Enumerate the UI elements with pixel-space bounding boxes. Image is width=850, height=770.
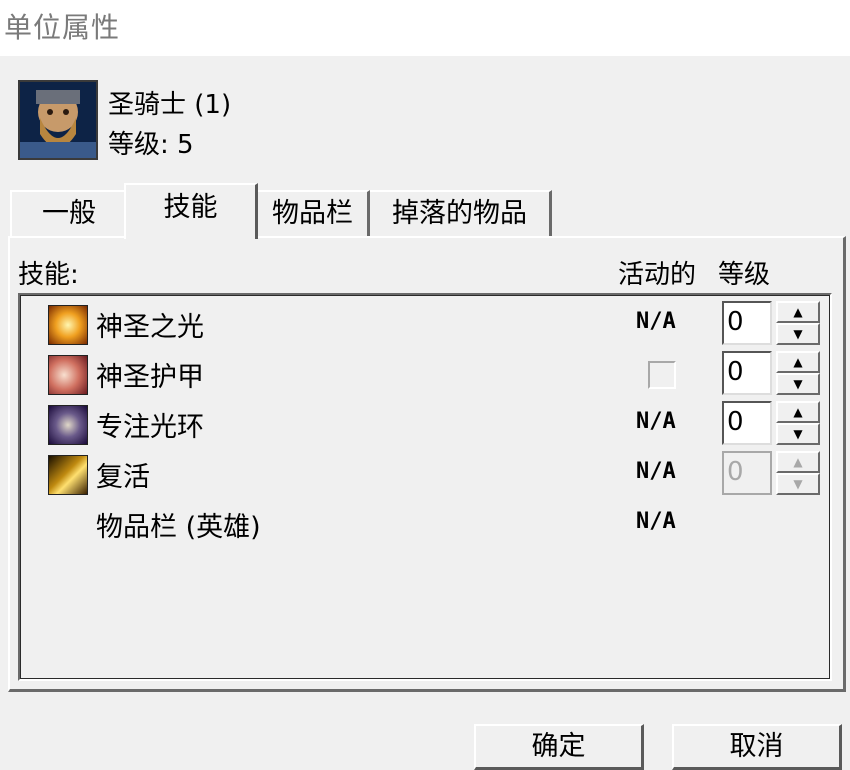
holy-light-icon: [48, 305, 88, 345]
ok-button[interactable]: 确定: [474, 724, 644, 770]
unit-name: 圣骑士 (1): [108, 90, 232, 120]
spin-down-button[interactable]: ▼: [776, 423, 820, 445]
skill-name: 复活: [96, 462, 150, 493]
skill-active-value: N/A: [636, 509, 676, 534]
skill-active-value: N/A: [636, 409, 676, 434]
column-header-active: 活动的: [618, 260, 697, 290]
skill-level-input[interactable]: 0: [722, 351, 772, 395]
skill-level-input[interactable]: 0: [722, 301, 772, 345]
window-title: 单位属性: [4, 11, 121, 44]
title-bar: 单位属性: [0, 0, 850, 56]
paladin-portrait-icon: [20, 82, 96, 158]
devotion-aura-icon: [48, 405, 88, 445]
list-item[interactable]: 神圣之光 N/A 0 ▲ ▼: [20, 299, 830, 347]
tab-general[interactable]: 一般: [10, 190, 128, 236]
spin-up-button: ▲: [776, 451, 820, 473]
level-spinner: ▲ ▼: [776, 451, 820, 495]
tab-inventory[interactable]: 物品栏: [258, 190, 370, 236]
cancel-button[interactable]: 取消: [672, 724, 842, 770]
spin-down-button[interactable]: ▼: [776, 323, 820, 345]
unit-level: 等级: 5: [108, 130, 194, 160]
tab-dropped-items[interactable]: 掉落的物品: [370, 190, 552, 236]
list-item[interactable]: 专注光环 N/A 0 ▲ ▼: [20, 399, 830, 447]
list-item[interactable]: 物品栏 (英雄) N/A: [20, 499, 830, 547]
skill-active-value: N/A: [636, 459, 676, 484]
spin-up-button[interactable]: ▲: [776, 301, 820, 323]
spin-up-button[interactable]: ▲: [776, 401, 820, 423]
unit-portrait: [18, 80, 98, 160]
list-item[interactable]: 复活 N/A 0 ▲ ▼: [20, 449, 830, 497]
skills-label: 技能:: [18, 260, 79, 290]
resurrection-icon: [48, 455, 88, 495]
skill-active-checkbox[interactable]: [648, 361, 676, 389]
tab-skills[interactable]: 技能: [124, 183, 258, 239]
list-item[interactable]: 神圣护甲 0 ▲ ▼: [20, 349, 830, 397]
skill-level-input: 0: [722, 451, 772, 495]
level-spinner[interactable]: ▲ ▼: [776, 301, 820, 345]
spin-up-button[interactable]: ▲: [776, 351, 820, 373]
spin-down-button[interactable]: ▼: [776, 373, 820, 395]
level-spinner[interactable]: ▲ ▼: [776, 351, 820, 395]
spin-down-button: ▼: [776, 473, 820, 495]
skill-name: 物品栏 (英雄): [96, 512, 261, 543]
skill-level-input[interactable]: 0: [722, 401, 772, 445]
skill-name: 神圣之光: [96, 312, 204, 343]
skill-active-value: N/A: [636, 309, 676, 334]
column-header-level: 等级: [718, 260, 771, 290]
divine-shield-icon: [48, 355, 88, 395]
skill-name: 神圣护甲: [96, 362, 204, 393]
level-spinner[interactable]: ▲ ▼: [776, 401, 820, 445]
skills-list: 神圣之光 N/A 0 ▲ ▼ 神圣护甲 0 ▲ ▼ 专注光环 N/A 0 ▲ ▼…: [18, 293, 832, 681]
skill-name: 专注光环: [96, 412, 204, 443]
